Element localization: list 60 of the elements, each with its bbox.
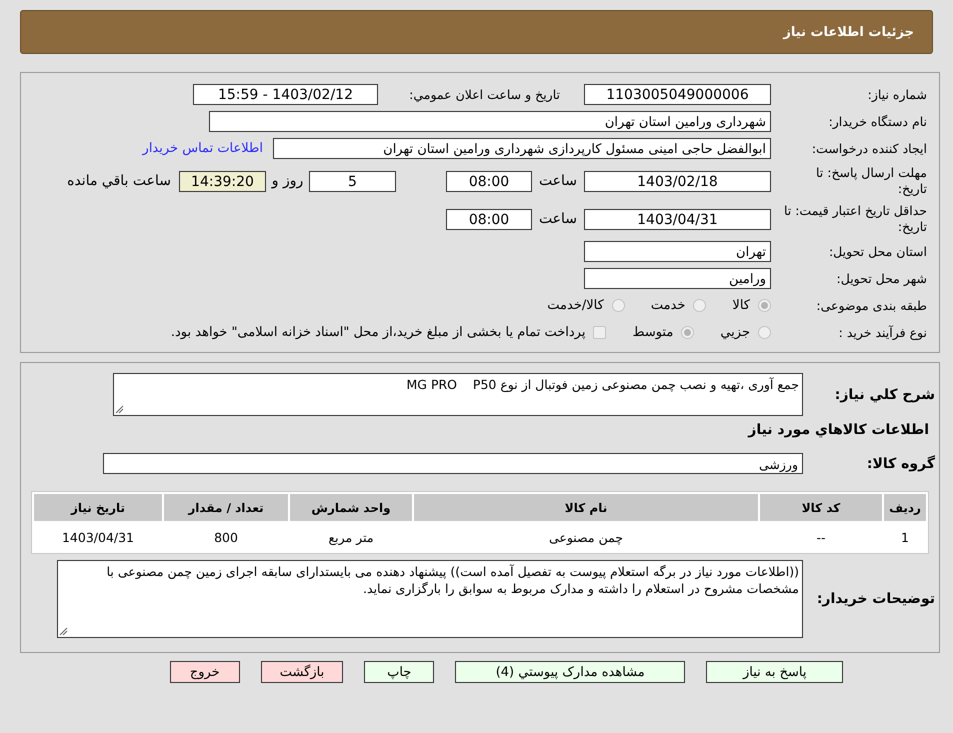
deadline-date-field: 1403/02/18 <box>584 170 771 192</box>
field-label: شهر محل تحویل: <box>836 270 927 286</box>
radio-label: کالا <box>732 298 750 313</box>
column-header: واحد شمارش <box>290 494 412 521</box>
deadline-time-field: 08:00 <box>446 170 532 192</box>
field-label: حداقل تاریخ اعتبار قیمت: تا تاریخ: <box>783 203 927 235</box>
radio-label: خدمت <box>650 298 686 313</box>
radio-label: کالا/خدمت <box>547 298 604 313</box>
resize-grip-icon[interactable] <box>115 405 124 414</box>
remaining-label: ساعت باقي مانده <box>67 173 171 189</box>
field-label: طبقه بندی موضوعی: <box>815 298 927 314</box>
checkbox-label: پرداخت تمام یا بخشی از مبلغ خرید،از محل "اسناد خزانه اسلامی" خواهد بود. <box>170 325 586 340</box>
requester-field: ابوالفضل حاجی امینی مسئول کارپردازی شهرداری ورامین استان تهران <box>273 138 771 159</box>
action-button[interactable]: پاسخ به نیاز <box>706 661 844 683</box>
radio-label: متوسط <box>632 325 674 340</box>
action-button[interactable]: چاپ <box>364 661 434 683</box>
days-field: 5 <box>309 170 396 192</box>
field-label: شرح کلي نیاز: <box>834 386 935 402</box>
checkbox[interactable] <box>593 326 606 339</box>
announce-date-field: 1403/02/12 - 15:59 <box>193 84 378 105</box>
column-header: کد کالا <box>760 494 882 521</box>
column-header: ردیف <box>884 494 926 521</box>
days-label: روز و <box>270 173 304 189</box>
city-field: ورامین <box>584 268 771 289</box>
column-header: تعداد / مقدار <box>164 494 288 521</box>
page-title: جزئیات اطلاعات نیاز <box>783 24 914 40</box>
buyer-notes-text-area[interactable]: ((اطلاعات مورد نیاز در برگه استعلام پیوست به تفصیل آمده است)) پیشنهاد دهنده می بایستدارای سابقه اجرای زمین چمن مصنوعی با مشخصات مشروح در استعلام را داشته و مدارک مربوط به سوابق را بارگزاری نماید. <box>57 560 803 638</box>
validity-date-field: 1403/04/31 <box>584 208 771 230</box>
field-label: ایجاد کننده درخواست: <box>810 140 927 156</box>
action-button[interactable]: مشاهده مدارک پیوستي (4) <box>455 661 686 683</box>
field-label: استان محل تحویل: <box>828 244 927 260</box>
field-label: تاریخ و ساعت اعلان عمومي: <box>408 87 560 102</box>
field-label: توضیحات خریدار: <box>816 591 935 607</box>
column-header: تاریخ نیاز <box>34 494 162 521</box>
time-label: ساعت <box>538 211 578 227</box>
time-label: ساعت <box>538 173 578 189</box>
buyer-field: شهرداری ورامین استان تهران <box>209 111 771 132</box>
radio-button[interactable] <box>681 326 694 339</box>
field-label: نام دستگاه خریدار: <box>828 114 927 130</box>
goods-group-field: ورزشی <box>103 453 803 474</box>
radio-button[interactable] <box>612 299 625 312</box>
need-number-field: 1103005049000006 <box>584 84 771 105</box>
resize-grip-icon[interactable] <box>59 627 68 636</box>
field-label: مهلت ارسال پاسخ: تا تاریخ: <box>815 165 927 197</box>
field-label: گروه کالا: <box>866 456 935 472</box>
summary-text-area[interactable]: جمع آوری ،تهیه و نصب چمن مصنوعی زمین فوتبال از نوع MG PRO P50 <box>113 373 803 416</box>
field-label: نوع فرآیند خرید : <box>838 324 927 340</box>
countdown-field: 14:39:20 <box>179 170 266 192</box>
column-header: نام کالا <box>414 494 758 521</box>
radio-label: جزيي <box>720 325 750 340</box>
field-label: شماره نیاز: <box>866 86 927 102</box>
buyer-contact-link[interactable]: اطلاعات تماس خریدار <box>142 141 263 156</box>
action-button[interactable]: خروج <box>170 661 240 683</box>
province-field: تهران <box>584 241 771 262</box>
radio-button[interactable] <box>758 326 771 339</box>
action-button[interactable]: بازگشت <box>260 661 344 683</box>
validity-time-field: 08:00 <box>446 208 532 230</box>
section-title: اطلاعات کالاهاي مورد نیاز <box>746 422 929 438</box>
radio-button[interactable] <box>758 299 771 312</box>
radio-button[interactable] <box>693 299 706 312</box>
